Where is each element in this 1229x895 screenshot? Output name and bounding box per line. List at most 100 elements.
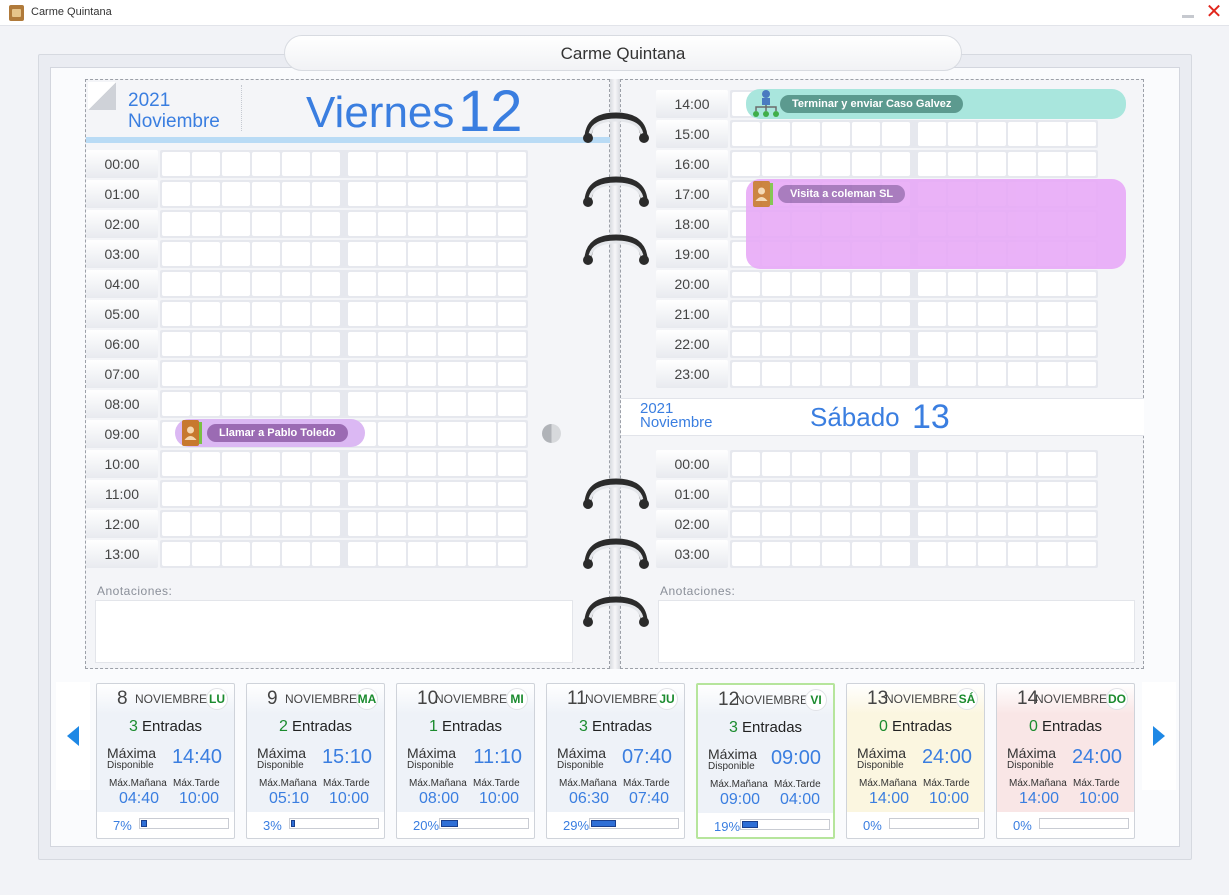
time-cell[interactable] [192, 272, 220, 296]
time-cell[interactable] [438, 452, 466, 476]
time-cell[interactable] [348, 302, 376, 326]
time-cell[interactable] [792, 272, 820, 296]
time-cell[interactable] [282, 482, 310, 506]
time-cell[interactable] [978, 542, 1006, 566]
time-cell[interactable] [222, 182, 250, 206]
time-slot-cells[interactable] [160, 270, 528, 298]
time-slot-cells[interactable] [730, 360, 1098, 388]
time-cell[interactable] [378, 362, 406, 386]
time-cell[interactable] [222, 512, 250, 536]
time-cell[interactable] [312, 272, 340, 296]
time-cell[interactable] [1038, 362, 1066, 386]
time-cell[interactable] [348, 482, 376, 506]
time-cell[interactable] [1068, 452, 1096, 476]
time-cell[interactable] [312, 452, 340, 476]
time-cell[interactable] [792, 482, 820, 506]
time-cell[interactable] [222, 362, 250, 386]
time-cell[interactable] [312, 392, 340, 416]
time-cell[interactable] [192, 362, 220, 386]
time-slot-cells[interactable] [730, 150, 1098, 178]
time-cell[interactable] [918, 452, 946, 476]
time-cell[interactable] [378, 332, 406, 356]
time-cell[interactable] [408, 302, 436, 326]
time-slot-cells[interactable] [730, 300, 1098, 328]
time-cell[interactable] [882, 362, 910, 386]
time-slot-row[interactable]: 03:00 [86, 240, 572, 268]
time-cell[interactable] [498, 512, 526, 536]
time-cell[interactable] [882, 332, 910, 356]
time-cell[interactable] [1038, 542, 1066, 566]
time-cell[interactable] [162, 392, 190, 416]
time-cell[interactable] [408, 242, 436, 266]
time-cell[interactable] [1008, 362, 1036, 386]
time-cell[interactable] [792, 512, 820, 536]
time-cell[interactable] [468, 272, 496, 296]
time-cell[interactable] [282, 182, 310, 206]
time-slot-cells[interactable] [160, 150, 528, 178]
week-day-card[interactable]: 14 NOVIEMBRE DO 0 Entradas Máxima Disponible 2… [996, 683, 1135, 839]
time-cell[interactable] [438, 362, 466, 386]
time-cell[interactable] [1038, 122, 1066, 146]
time-slot-cells[interactable] [160, 330, 528, 358]
time-cell[interactable] [978, 512, 1006, 536]
time-cell[interactable] [468, 242, 496, 266]
time-cell[interactable] [762, 482, 790, 506]
time-cell[interactable] [948, 302, 976, 326]
time-cell[interactable] [498, 242, 526, 266]
time-cell[interactable] [882, 272, 910, 296]
time-cell[interactable] [408, 362, 436, 386]
time-cell[interactable] [822, 332, 850, 356]
time-cell[interactable] [822, 122, 850, 146]
time-cell[interactable] [348, 212, 376, 236]
time-cell[interactable] [252, 182, 280, 206]
time-cell[interactable] [162, 152, 190, 176]
time-cell[interactable] [762, 332, 790, 356]
week-day-card[interactable]: 10 NOVIEMBRE MI 1 Entradas Máxima Disponible 1… [396, 683, 535, 839]
time-cell[interactable] [852, 542, 880, 566]
time-cell[interactable] [252, 452, 280, 476]
time-cell[interactable] [468, 182, 496, 206]
time-cell[interactable] [378, 152, 406, 176]
time-cell[interactable] [408, 272, 436, 296]
time-cell[interactable] [348, 542, 376, 566]
time-cell[interactable] [282, 512, 310, 536]
time-cell[interactable] [192, 242, 220, 266]
time-cell[interactable] [378, 272, 406, 296]
time-cell[interactable] [222, 452, 250, 476]
time-slot-row[interactable]: 03:00 [656, 540, 1142, 568]
previous-week-button[interactable] [56, 682, 90, 790]
time-cell[interactable] [918, 302, 946, 326]
week-day-card[interactable]: 9 NOVIEMBRE MA 2 Entradas Máxima Disponible 15… [246, 683, 385, 839]
time-cell[interactable] [192, 182, 220, 206]
time-slot-row[interactable]: 06:00 [86, 330, 572, 358]
page-corner-fold[interactable] [88, 82, 116, 110]
close-button[interactable]: ✕ [1205, 2, 1223, 22]
time-cell[interactable] [312, 512, 340, 536]
time-cell[interactable] [1068, 362, 1096, 386]
time-cell[interactable] [378, 482, 406, 506]
time-cell[interactable] [408, 512, 436, 536]
time-slot-cells[interactable] [730, 270, 1098, 298]
time-cell[interactable] [312, 362, 340, 386]
week-day-card[interactable]: 12 NOVIEMBRE VI 3 Entradas Máxima Disponible 0… [696, 683, 835, 839]
time-cell[interactable] [162, 212, 190, 236]
time-cell[interactable] [312, 152, 340, 176]
time-cell[interactable] [252, 362, 280, 386]
time-cell[interactable] [378, 302, 406, 326]
time-cell[interactable] [498, 452, 526, 476]
time-cell[interactable] [978, 362, 1006, 386]
time-cell[interactable] [498, 392, 526, 416]
time-cell[interactable] [918, 332, 946, 356]
time-cell[interactable] [378, 452, 406, 476]
time-cell[interactable] [852, 152, 880, 176]
time-cell[interactable] [1008, 272, 1036, 296]
time-cell[interactable] [252, 482, 280, 506]
time-cell[interactable] [252, 272, 280, 296]
time-cell[interactable] [162, 302, 190, 326]
time-cell[interactable] [282, 542, 310, 566]
time-cell[interactable] [978, 452, 1006, 476]
time-cell[interactable] [978, 152, 1006, 176]
time-cell[interactable] [882, 122, 910, 146]
time-cell[interactable] [882, 482, 910, 506]
time-cell[interactable] [162, 332, 190, 356]
